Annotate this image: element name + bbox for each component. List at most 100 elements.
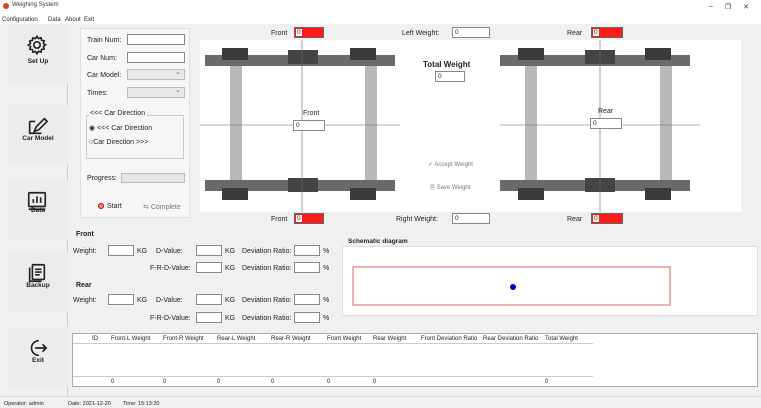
rear-dev-ratio-unit: %	[323, 297, 330, 304]
rear-dev-ratio-label: Deviation Ratio:	[242, 297, 292, 304]
front-dev-ratio-input[interactable]	[294, 245, 320, 256]
col-total-weight: Total Weight	[545, 336, 578, 342]
status-time: Time: 15:13:20	[123, 401, 160, 407]
nav-setup-button[interactable]: Set Up	[8, 24, 68, 84]
sum-front-l-weight: 0	[111, 379, 115, 385]
rear-dev-ratio-input[interactable]	[294, 294, 320, 305]
start-button[interactable]: Start	[98, 203, 122, 210]
front-dev-ratio-unit: %	[323, 248, 330, 255]
front-section-title: Front	[76, 231, 94, 238]
right-weight-label: Right Weight:	[396, 216, 438, 223]
front-frd-input[interactable]	[196, 262, 222, 273]
complete-button[interactable]: ⇆ Complete	[143, 203, 181, 211]
sum-rear-r-weight: 0	[271, 379, 275, 385]
bottom-rear-value-text: 0	[593, 215, 599, 222]
complete-label: Complete	[150, 204, 181, 211]
total-weight-input[interactable]: 0	[435, 71, 465, 82]
rear-dev-ratio2-input[interactable]	[294, 312, 320, 323]
front-dev-ratio-label: Deviation Ratio:	[242, 248, 292, 255]
car-model-select[interactable]	[127, 68, 185, 80]
maximize-button[interactable]: ❐	[722, 3, 734, 11]
front-weight-input[interactable]	[108, 245, 134, 256]
direction-group-title: <<< Car Direction	[89, 110, 147, 117]
car-model-label: Car Model:	[87, 72, 122, 79]
nav-exit-button[interactable]: Exit	[8, 327, 68, 387]
direction-option-left[interactable]: ◉ <<< Car Direction	[89, 124, 152, 132]
rear-frd-input[interactable]	[196, 312, 222, 323]
status-operator: Operator: admin	[4, 401, 44, 407]
save-weight-button[interactable]: 🗎 Save Weight	[430, 183, 470, 193]
center-front-label: Front	[303, 110, 320, 117]
edit-icon	[28, 117, 48, 135]
total-weight-label: Total Weight	[423, 60, 471, 69]
minimize-button[interactable]: –	[705, 3, 717, 10]
close-button[interactable]: ✕	[740, 3, 752, 11]
top-front-label: Front	[271, 30, 288, 37]
top-front-value: 0	[294, 27, 324, 38]
rear-dvalue-label: D-Value:	[156, 297, 183, 304]
nav-data-button[interactable]: Data	[8, 180, 68, 240]
rear-frd-label: F-R-D-Value:	[150, 315, 191, 322]
top-rear-value: 0	[591, 27, 623, 38]
left-weight-label: Left Weight:	[402, 30, 440, 37]
nav-backup-button[interactable]: Backup	[8, 252, 68, 312]
col-front-weight: Front Weight	[327, 336, 362, 342]
start-label: Start	[107, 203, 122, 210]
col-front-r-weight: Front-R Weight	[163, 336, 204, 342]
center-of-gravity-dot	[510, 284, 516, 290]
documents-icon	[28, 263, 46, 283]
times-select[interactable]	[127, 86, 185, 98]
col-rear-deviation-ratio: Rear Deviation Ratio	[483, 336, 539, 342]
rear-section-title: Rear	[76, 282, 92, 289]
nav-car-model-button[interactable]: Car Model	[8, 105, 68, 165]
direction-option-right[interactable]: ○Car Direction >>>	[89, 139, 148, 146]
menu-bar	[0, 16, 761, 24]
rear-weight-input[interactable]	[108, 294, 134, 305]
menu-about[interactable]: About	[65, 17, 81, 23]
menu-exit[interactable]: Exit	[84, 17, 94, 23]
menu-configuration[interactable]: Configuration	[2, 17, 38, 23]
gear-icon	[26, 34, 48, 56]
direction-option-left-label: <<< Car Direction	[97, 125, 153, 132]
record-icon	[98, 203, 104, 210]
center-front-input[interactable]: 0	[293, 120, 325, 131]
rear-weight-unit: KG	[137, 297, 148, 304]
train-num-label: Train Num:	[87, 37, 122, 44]
accept-weight-button[interactable]: ✓ Accept Weight	[428, 161, 473, 168]
car-num-label: Car Num:	[87, 55, 117, 62]
progress-bar	[121, 173, 185, 183]
top-rear-value-text: 0	[593, 29, 599, 36]
front-frd-label: F-R-D-Value:	[150, 265, 191, 272]
schematic-panel	[342, 246, 758, 316]
nav-exit-label: Exit	[32, 357, 44, 364]
schematic-title: Schematic diagram	[348, 238, 408, 245]
sum-total-weight: 0	[545, 379, 549, 385]
sum-front-r-weight: 0	[163, 379, 167, 385]
col-front-deviation-ratio: Front Deviation Ratio	[421, 336, 478, 342]
top-front-value-text: 0	[296, 29, 302, 36]
center-rear-input[interactable]: 0	[590, 118, 622, 129]
front-dev-ratio2-label: Deviation Ratio:	[242, 265, 292, 272]
direction-option-right-label: Car Direction >>>	[93, 139, 149, 146]
train-num-input[interactable]	[127, 34, 185, 45]
bottom-front-value: 0	[294, 213, 324, 224]
rear-dev-ratio2-label: Deviation Ratio:	[242, 315, 292, 322]
times-label: Times:	[87, 90, 108, 97]
col-rear-weight: Rear Weight	[373, 336, 407, 342]
save-weight-label: Save Weight	[436, 185, 471, 191]
front-dvalue-input[interactable]	[196, 245, 222, 256]
col-rear-l-weight: Rear-L Weight	[217, 336, 256, 342]
car-num-input[interactable]	[127, 52, 185, 63]
menu-data[interactable]: Data	[48, 17, 61, 23]
front-weight-unit: KG	[137, 248, 148, 255]
right-weight-input[interactable]: 0	[452, 213, 490, 224]
progress-label: Progress:	[87, 175, 117, 182]
bottom-front-label: Front	[271, 216, 288, 223]
status-date: Date: 2021-12-20	[68, 401, 111, 407]
front-dev-ratio2-input[interactable]	[294, 262, 320, 273]
rear-dvalue-input[interactable]	[196, 294, 222, 305]
nav-setup-label: Set Up	[27, 58, 49, 65]
bottom-rear-label: Rear	[567, 216, 583, 223]
left-weight-input[interactable]: 0	[452, 27, 490, 38]
front-weight-label: Weight:	[73, 248, 97, 255]
